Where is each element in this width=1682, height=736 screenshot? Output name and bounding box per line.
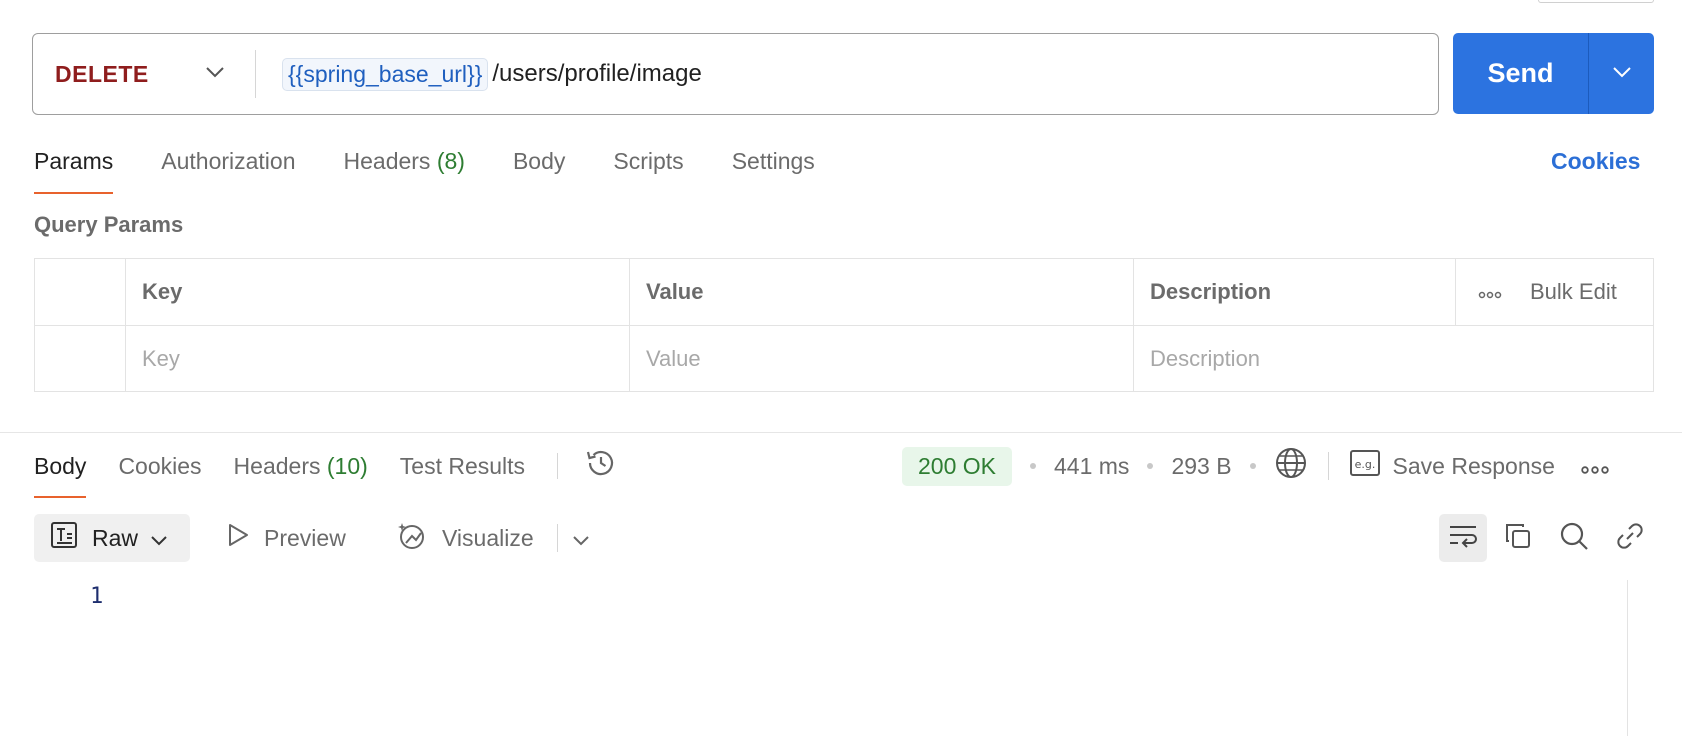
save-response-button[interactable]: e.g. Save Response [1349,449,1555,483]
play-icon [226,522,250,554]
response-headers-label: Headers [233,453,321,479]
status-badge[interactable]: 200 OK [902,446,1012,486]
format-label: Raw [92,524,139,551]
wrap-lines-button[interactable] [1439,514,1487,562]
separator-dot [1030,463,1036,469]
link-icon [1615,521,1645,556]
tab-settings[interactable]: Settings [732,142,815,196]
tab-authorization[interactable]: Authorization [161,142,295,196]
key-column-header: Key [125,259,629,325]
copy-icon [1504,522,1532,555]
visualize-button[interactable]: Visualize [396,514,534,562]
save-response-label: Save Response [1392,452,1555,479]
more-options-icon[interactable] [1478,279,1502,305]
preview-button[interactable]: Preview [226,514,346,562]
search-icon [1559,521,1589,556]
chevron-down-icon [150,525,168,552]
response-headers-count: (10) [326,453,368,479]
toolbar-divider [557,524,558,552]
preview-label: Preview [264,524,346,551]
tab-headers-label: Headers [343,148,431,174]
response-tab-headers[interactable]: Headers (10) [234,446,368,486]
globe-icon[interactable] [1274,446,1308,486]
separator-dot [1147,463,1154,469]
request-tabs: Params Authorization Headers (8) Body Sc… [34,142,863,196]
visualize-icon [396,519,428,557]
table-header-row: Key Value Description Bulk Edit [35,259,1653,325]
editor-scrollbar[interactable] [1627,580,1628,736]
checkbox-column-header [35,259,125,325]
visualize-label: Visualize [442,524,534,551]
value-column-header: Value [629,259,1133,325]
more-options-icon[interactable] [1581,453,1609,480]
example-icon: e.g. [1349,449,1381,483]
search-button[interactable] [1550,514,1598,562]
response-size[interactable]: 293 B [1171,453,1231,480]
link-button[interactable] [1606,514,1654,562]
tabs-divider [557,453,559,479]
response-tab-cookies[interactable]: Cookies [118,446,201,486]
cookies-link[interactable]: Cookies [1551,142,1640,180]
response-time[interactable]: 441 ms [1054,453,1129,480]
url-input[interactable]: {{spring_base_url}} /users/profile/image [256,34,1438,114]
response-tab-body[interactable]: Body [34,446,87,498]
request-response-divider[interactable] [0,432,1682,433]
row-checkbox-cell [35,326,125,391]
history-icon[interactable] [584,446,618,486]
chevron-down-icon [1612,65,1632,83]
method-label: DELETE [55,60,149,87]
send-options-button[interactable] [1589,33,1654,114]
request-bar: DELETE {{spring_base_url}} /users/profil… [32,33,1439,115]
value-input[interactable]: Value [629,326,1133,391]
description-input[interactable]: Description [1133,326,1653,391]
svg-text:e.g.: e.g. [1354,458,1375,471]
bulk-edit-button[interactable]: Bulk Edit [1530,279,1617,305]
visualize-options-button[interactable] [572,514,590,562]
separator-dot [1249,463,1256,469]
key-input[interactable]: Key [125,326,629,391]
table-row: Key Value Description [35,325,1653,391]
format-select[interactable]: Raw [34,514,190,562]
description-column-header: Description [1133,259,1455,325]
response-meta: 200 OK 441 ms 293 B e.g. Save Response [902,446,1609,486]
line-number: 1 [90,584,104,609]
url-variable-chip[interactable]: {{spring_base_url}} [282,57,489,91]
chevron-down-icon [205,65,225,83]
query-params-table: Key Value Description Bulk Edit Key Valu… [34,258,1654,392]
table-actions: Bulk Edit [1455,259,1653,325]
wrap-text-icon [1448,523,1478,554]
tab-body[interactable]: Body [513,142,565,196]
send-button-group: Send [1453,33,1654,114]
chevron-down-icon [572,525,590,552]
tab-params[interactable]: Params [34,142,114,196]
response-tab-test-results[interactable]: Test Results [400,446,525,486]
query-params-title: Query Params [34,212,184,237]
text-format-icon [50,521,78,555]
top-toolbar-edge [1538,0,1654,3]
tab-headers[interactable]: Headers (8) [344,142,465,196]
method-select[interactable]: DELETE [33,34,255,114]
headers-count: (8) [436,148,465,174]
tab-scripts[interactable]: Scripts [613,142,683,196]
meta-divider [1327,452,1329,480]
url-path: /users/profile/image [492,60,702,87]
response-tabs: Body Cookies Headers (10) Test Results [34,446,618,498]
send-button[interactable]: Send [1453,33,1589,114]
copy-button[interactable] [1494,514,1542,562]
